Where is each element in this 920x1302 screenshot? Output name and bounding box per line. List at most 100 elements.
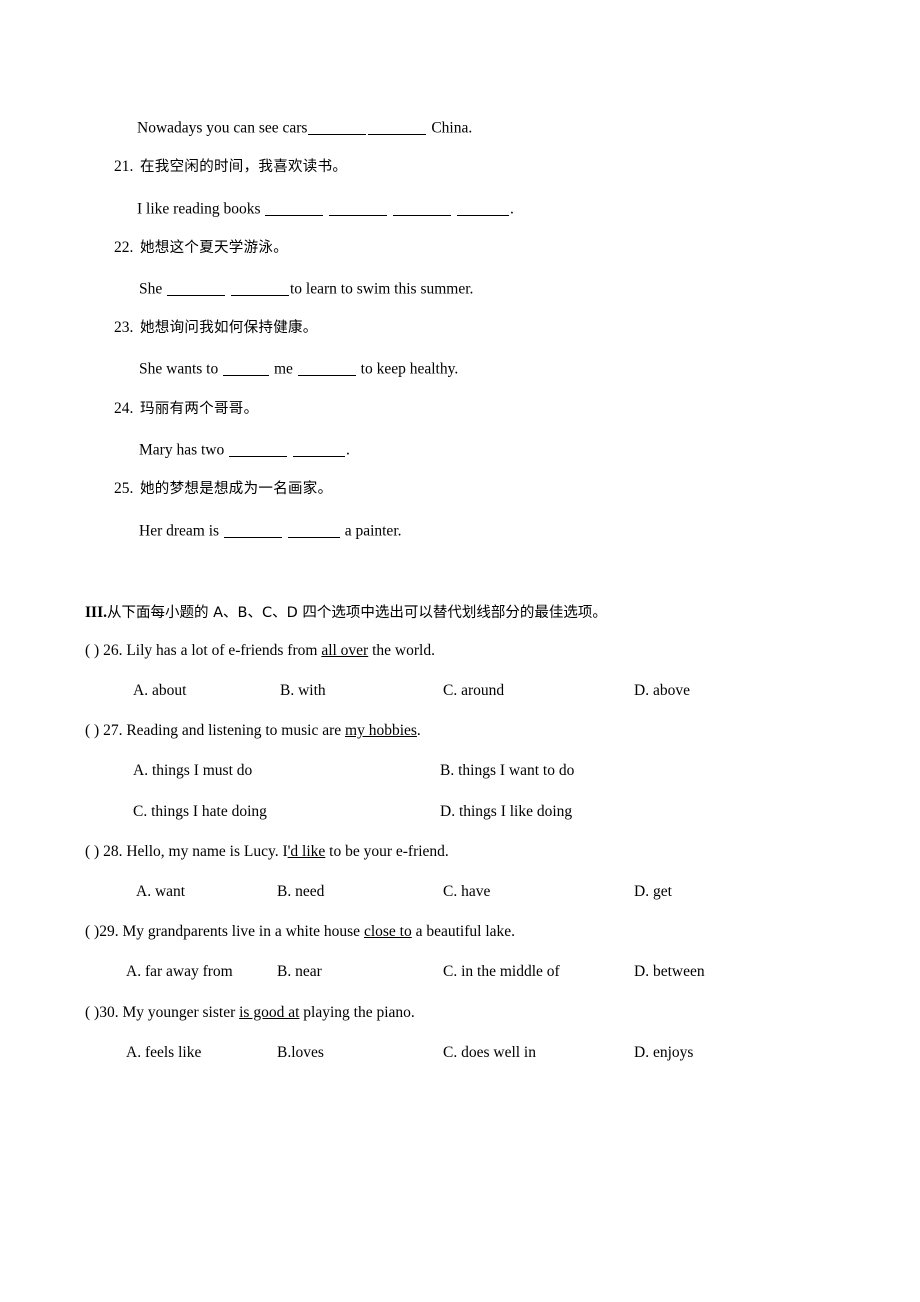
stem-before: My grandparents live in a white house: [122, 923, 364, 940]
blank[interactable]: [231, 280, 289, 296]
translation-item-22-english: She to learn to swim this summer.: [139, 280, 473, 297]
english-text-before: Her dream is: [139, 522, 220, 540]
section-three-instruction: 从下面每小题的 A、B、C、D 四个选项中选出可以替代划线部分的最佳选项。: [106, 605, 607, 621]
translation-item-25-chinese: 25. 她的梦想是想成为一名画家。: [114, 481, 332, 497]
chinese-prompt: 在我空闲的时间，我喜欢读书。: [140, 159, 348, 175]
english-text-middle: me: [273, 360, 293, 378]
translation-item-23-english: She wants to me to keep healthy.: [139, 360, 458, 377]
carryover-text-before: Nowadays you can see cars: [137, 119, 308, 137]
english-text-before: Mary has two: [139, 441, 225, 459]
item-number: 22.: [114, 239, 134, 256]
section-three-heading: III.从下面每小题的 A、B、C、D 四个选项中选出可以替代划线部分的最佳选项…: [85, 601, 607, 622]
item-number: 25.: [114, 480, 134, 497]
question-number: 26.: [103, 642, 123, 659]
stem-before: Hello, my name is Lucy. I: [126, 843, 288, 860]
stem-underlined: 'd like: [287, 843, 326, 860]
english-text-after: a painter.: [344, 522, 402, 540]
blank[interactable]: [308, 119, 367, 135]
option-d[interactable]: D. get: [634, 883, 672, 901]
blank[interactable]: [368, 119, 427, 135]
option-c[interactable]: C. in the middle of: [443, 963, 560, 981]
option-a[interactable]: A. things I must do: [133, 762, 252, 780]
stem-underlined: close to: [363, 923, 412, 940]
blank[interactable]: [229, 441, 288, 457]
question-number: 30.: [99, 1004, 119, 1021]
option-d[interactable]: D. between: [634, 963, 705, 981]
answer-bracket[interactable]: ( ): [85, 923, 99, 941]
blank[interactable]: [223, 522, 282, 538]
english-text-before: She: [139, 280, 163, 298]
carryover-text-after: China.: [431, 119, 473, 137]
option-a[interactable]: A. far away from: [126, 963, 233, 981]
option-b[interactable]: B. things I want to do: [440, 762, 574, 780]
stem-after: a beautiful lake.: [411, 923, 516, 940]
stem-after: the world.: [368, 642, 435, 659]
option-c[interactable]: C. around: [443, 682, 504, 700]
option-d[interactable]: D. above: [634, 682, 690, 700]
blank[interactable]: [457, 200, 510, 216]
english-text-after: .: [510, 200, 514, 218]
item-number: 24.: [114, 400, 134, 417]
blank[interactable]: [265, 200, 324, 216]
stem-before: Lily has a lot of e-friends from: [126, 642, 322, 659]
chinese-prompt: 她的梦想是想成为一名画家。: [140, 481, 333, 497]
chinese-prompt: 她想这个夏天学游泳。: [140, 240, 288, 256]
option-a[interactable]: A. about: [133, 682, 186, 700]
option-c[interactable]: C. have: [443, 883, 490, 901]
stem-after: to be your e-friend.: [325, 843, 449, 860]
section-three-label: III.: [85, 604, 107, 621]
option-c[interactable]: C. things I hate doing: [133, 803, 267, 821]
chinese-prompt: 她想询问我如何保持健康。: [140, 320, 318, 336]
option-d[interactable]: D. enjoys: [634, 1044, 693, 1062]
mcq-stem-27: ( ) 27. Reading and listening to music a…: [85, 722, 421, 740]
worksheet-page: Nowadays you can see cars China. 21. 在我空闲…: [0, 0, 920, 1302]
option-b[interactable]: B. with: [280, 682, 326, 700]
option-c[interactable]: C. does well in: [443, 1044, 536, 1062]
blank[interactable]: [297, 360, 356, 376]
english-text-after: .: [346, 441, 350, 459]
stem-before: Reading and listening to music are: [126, 722, 346, 739]
answer-bracket[interactable]: ( ): [85, 722, 99, 740]
mcq-stem-30: ( )30. My younger sister is good at play…: [85, 1004, 415, 1022]
question-number: 29.: [99, 923, 119, 940]
answer-bracket[interactable]: ( ): [85, 642, 99, 660]
answer-bracket[interactable]: ( ): [85, 1004, 99, 1022]
english-text-after: to learn to swim this summer.: [290, 280, 474, 298]
blank[interactable]: [293, 441, 345, 457]
translation-item-23-chinese: 23. 她想询问我如何保持健康。: [114, 320, 318, 336]
translation-item-22-chinese: 22. 她想这个夏天学游泳。: [114, 240, 288, 256]
blank[interactable]: [223, 360, 270, 376]
blank[interactable]: [393, 200, 452, 216]
stem-after: .: [416, 722, 421, 739]
item-number: 23.: [114, 319, 134, 336]
blank[interactable]: [287, 522, 340, 538]
option-b[interactable]: B. need: [277, 883, 324, 901]
english-text-after: to keep healthy.: [360, 360, 459, 378]
translation-item-21-english: I like reading books .: [137, 200, 514, 217]
option-a[interactable]: A. want: [136, 883, 185, 901]
translation-item-24-english: Mary has two .: [139, 441, 350, 458]
mcq-stem-29: ( )29. My grandparents live in a white h…: [85, 923, 515, 941]
translation-item-25-english: Her dream is a painter.: [139, 522, 402, 539]
option-b[interactable]: B.loves: [277, 1044, 324, 1062]
blank[interactable]: [329, 200, 388, 216]
english-text-before: I like reading books: [137, 200, 261, 218]
stem-underlined: all over: [321, 642, 369, 659]
english-text-before: She wants to: [139, 360, 219, 378]
translation-item-21-chinese: 21. 在我空闲的时间，我喜欢读书。: [114, 159, 347, 175]
stem-before: My younger sister: [122, 1004, 240, 1021]
stem-underlined: my hobbies: [345, 722, 417, 739]
chinese-prompt: 玛丽有两个哥哥。: [140, 401, 259, 417]
blank[interactable]: [167, 280, 226, 296]
option-b[interactable]: B. near: [277, 963, 322, 981]
mcq-stem-28: ( ) 28. Hello, my name is Lucy. I'd like…: [85, 843, 449, 861]
translation-item-24-chinese: 24. 玛丽有两个哥哥。: [114, 401, 258, 417]
stem-after: playing the piano.: [299, 1004, 415, 1021]
answer-bracket[interactable]: ( ): [85, 843, 99, 861]
option-a[interactable]: A. feels like: [126, 1044, 201, 1062]
carryover-english-line: Nowadays you can see cars China.: [137, 119, 472, 136]
mcq-stem-26: ( ) 26. Lily has a lot of e-friends from…: [85, 642, 435, 660]
option-d[interactable]: D. things I like doing: [440, 803, 572, 821]
question-number: 27.: [103, 722, 123, 739]
item-number: 21.: [114, 158, 134, 175]
